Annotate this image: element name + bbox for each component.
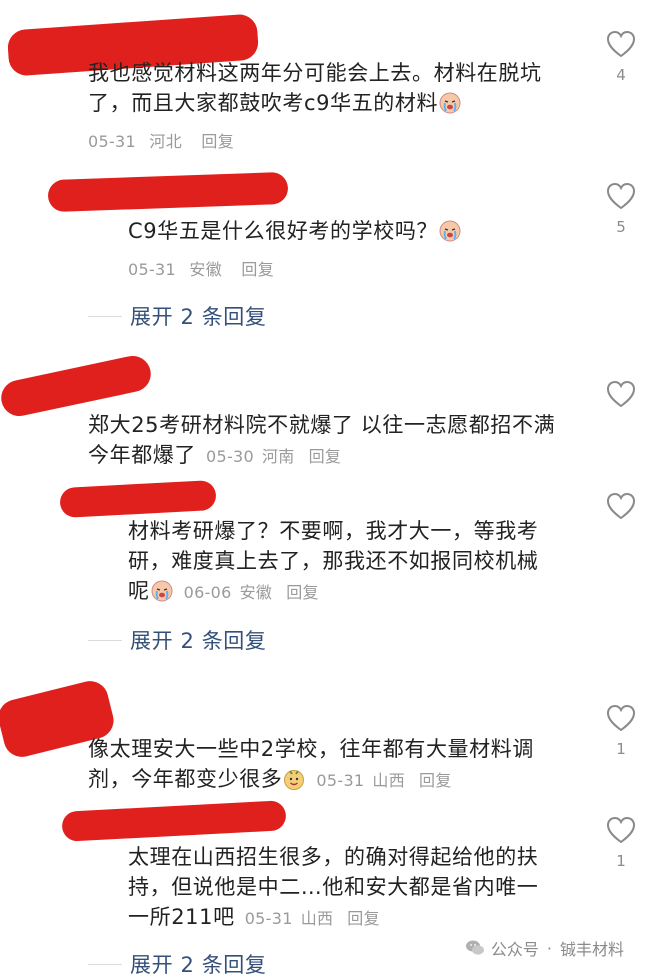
like-button[interactable] [601,380,641,416]
comment-date: 05-30 [206,447,254,466]
comment-date: 05-31 [316,771,365,790]
heart-icon [606,492,636,520]
crying-face-emoji-icon [439,220,461,242]
like-button[interactable]: 4 [601,30,641,84]
reply-button[interactable]: 回复 [309,447,342,466]
heart-icon [606,30,636,58]
comment-line: 了，而且大家都鼓吹考c9华五的材料 [88,88,598,118]
comment-line: 太理在山西招生很多，的确对得起给他的扶 [128,845,539,869]
crying-face-emoji-icon [439,92,461,114]
comment-location: 河南 [262,447,295,466]
comment-line: 材料考研爆了？不要啊，我才大一，等我考 [128,519,539,543]
comment-location: 河北 [149,132,182,151]
comment-date: 05-31 [88,132,136,151]
comment-line: 研，难度真上去了，那我还不如报同校机械 [128,549,539,573]
redacted-username [47,171,289,213]
watermark-name: 铖丰材料 [559,940,624,959]
redacted-username [59,479,217,519]
comment-text: 我也感觉材料这两年分可能会上去。材料在脱坑 了，而且大家都鼓吹考c9华五的材料 [88,58,598,118]
comment-location: 安徽 [189,260,222,279]
comment-text: 郑大25考研材料院不就爆了 以往一志愿都招不满 今年都爆了 05-30 河南 回复 [88,410,598,472]
expand-replies-label: 展开 2 条回复 [130,629,267,653]
watermark-prefix: 公众号 [490,940,539,959]
reply-button[interactable]: 回复 [201,132,234,151]
heart-icon [606,704,636,732]
divider [88,639,122,641]
comment-text: C9华五是什么很好考的学校吗？ [128,216,588,246]
comment-text: 材料考研爆了？不要啊，我才大一，等我考 研，难度真上去了，那我还不如报同校机械 … [128,516,588,608]
comment-line: 我也感觉材料这两年分可能会上去。材料在脱坑 [88,61,542,85]
comment-location: 安徽 [239,583,273,602]
comment-location: 山西 [372,771,406,790]
comment-meta: 05-31 安徽 回复 [128,256,282,280]
reply-button[interactable]: 回复 [419,771,452,790]
comment-text: 太理在山西招生很多，的确对得起给他的扶 持，但说他是中二…他和安大都是省内唯一 … [128,842,588,934]
comment-date: 05-31 [244,909,293,928]
smiling-face-emoji-icon [283,768,305,790]
watermark-separator: · [546,938,552,958]
like-button[interactable]: 1 [601,704,641,758]
like-count: 1 [616,852,626,870]
like-count: 4 [616,66,626,84]
reply-button[interactable]: 回复 [241,260,274,279]
comment-line: 今年都爆了 05-30 河南 回复 [88,443,342,467]
comment-line: 呢 06-06 安徽 回复 [128,579,319,603]
expand-replies-button[interactable]: 展开 2 条回复 [88,301,267,331]
crying-face-emoji-icon [151,580,173,602]
comment-line: C9华五是什么很好考的学校吗？ [128,216,588,246]
divider [88,963,122,965]
heart-icon [606,182,636,210]
heart-icon [606,816,636,844]
comment-line: 郑大25考研材料院不就爆了 以往一志愿都招不满 [88,413,556,437]
comment-line: 像太理安大一些中2学校，往年都有大量材料调 [88,737,534,761]
reply-button[interactable]: 回复 [286,583,319,602]
comment-date: 05-31 [128,260,176,279]
comment-line: 剂，今年都变少很多 05-31 山西 回复 [88,767,452,791]
redacted-username [61,800,287,842]
comment-text: 像太理安大一些中2学校，往年都有大量材料调 剂，今年都变少很多 05-31 山西 回复 [88,734,598,796]
comment-meta: 05-31 河北 回复 [88,128,242,152]
like-button[interactable] [601,492,641,528]
expand-replies-label: 展开 2 条回复 [130,305,267,329]
heart-icon [606,380,636,408]
wechat-icon [465,940,484,955]
comment-date: 06-06 [183,583,232,602]
comment-line: 一所211吧 05-31 山西 回复 [128,905,380,929]
comment-line: 持，但说他是中二…他和安大都是省内唯一 [128,875,539,899]
comment-location: 山西 [300,909,334,928]
watermark: 公众号 · 铖丰材料 [465,936,624,960]
expand-replies-button[interactable]: 展开 2 条回复 [88,625,267,655]
reply-button[interactable]: 回复 [347,909,380,928]
like-button[interactable]: 5 [601,182,641,236]
expand-replies-label: 展开 2 条回复 [130,953,267,977]
like-button[interactable]: 1 [601,816,641,870]
like-count: 1 [616,740,626,758]
like-count: 5 [616,218,626,236]
expand-replies-button[interactable]: 展开 2 条回复 [88,949,267,979]
divider [88,315,122,317]
